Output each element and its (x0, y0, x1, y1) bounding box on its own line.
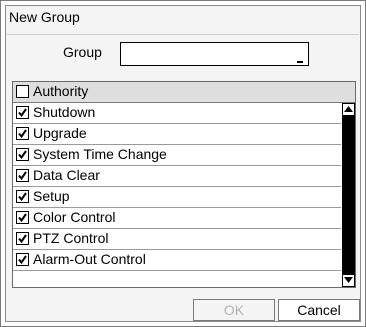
authority-label: Setup (33, 188, 70, 204)
authority-row[interactable]: Data Clear (13, 166, 341, 187)
ok-button[interactable]: OK (193, 299, 275, 321)
authority-row[interactable]: Shutdown (13, 103, 341, 124)
authority-checkbox[interactable] (16, 148, 29, 161)
authority-label: System Time Change (33, 146, 167, 162)
check-mark-icon (18, 192, 27, 202)
authority-list: Authority Shutdown Upgrade System Time Cha… (12, 81, 356, 288)
group-name-input[interactable] (120, 42, 309, 66)
authority-row[interactable]: Setup (13, 187, 341, 208)
check-mark-icon (18, 129, 27, 139)
authority-checkbox[interactable] (16, 106, 29, 119)
scroll-up-button[interactable] (342, 103, 355, 116)
authority-rows: Shutdown Upgrade System Time Change Data Cl… (13, 103, 341, 271)
check-mark-icon (18, 171, 27, 181)
authority-row[interactable]: PTZ Control (13, 229, 341, 250)
authority-label: Shutdown (33, 104, 96, 120)
authority-checkbox[interactable] (16, 211, 29, 224)
arrow-up-icon (344, 106, 353, 112)
scroll-thumb[interactable] (342, 116, 355, 231)
new-group-dialog: New Group Group Authority Shutdown Upgrad… (0, 0, 366, 327)
authority-checkbox[interactable] (16, 253, 29, 266)
authority-label: Alarm-Out Control (33, 251, 146, 267)
authority-label: Data Clear (33, 167, 100, 183)
authority-row[interactable]: System Time Change (13, 145, 341, 166)
dialog-title: New Group (9, 9, 80, 25)
arrow-down-icon (344, 277, 353, 283)
cancel-button[interactable]: Cancel (278, 299, 360, 321)
authority-checkbox[interactable] (16, 232, 29, 245)
check-mark-icon (18, 255, 27, 265)
scroll-down-button[interactable] (342, 274, 355, 287)
authority-header-row[interactable]: Authority (13, 82, 355, 103)
check-mark-icon (18, 150, 27, 160)
check-mark-icon (18, 213, 27, 223)
text-cursor (297, 61, 303, 63)
check-mark-icon (18, 234, 27, 244)
authority-select-all-checkbox[interactable] (16, 85, 29, 98)
authority-row[interactable]: Alarm-Out Control (13, 250, 341, 271)
group-label: Group (63, 44, 102, 60)
authority-row[interactable]: Color Control (13, 208, 341, 229)
authority-row[interactable]: Upgrade (13, 124, 341, 145)
authority-checkbox[interactable] (16, 169, 29, 182)
authority-label: PTZ Control (33, 230, 109, 246)
authority-checkbox[interactable] (16, 127, 29, 140)
authority-label: Color Control (33, 209, 116, 225)
title-divider (7, 34, 359, 35)
authority-header-label: Authority (33, 83, 89, 99)
list-scrollbar[interactable] (342, 103, 355, 287)
authority-label: Upgrade (33, 125, 87, 141)
check-mark-icon (18, 108, 27, 118)
authority-checkbox[interactable] (16, 190, 29, 203)
